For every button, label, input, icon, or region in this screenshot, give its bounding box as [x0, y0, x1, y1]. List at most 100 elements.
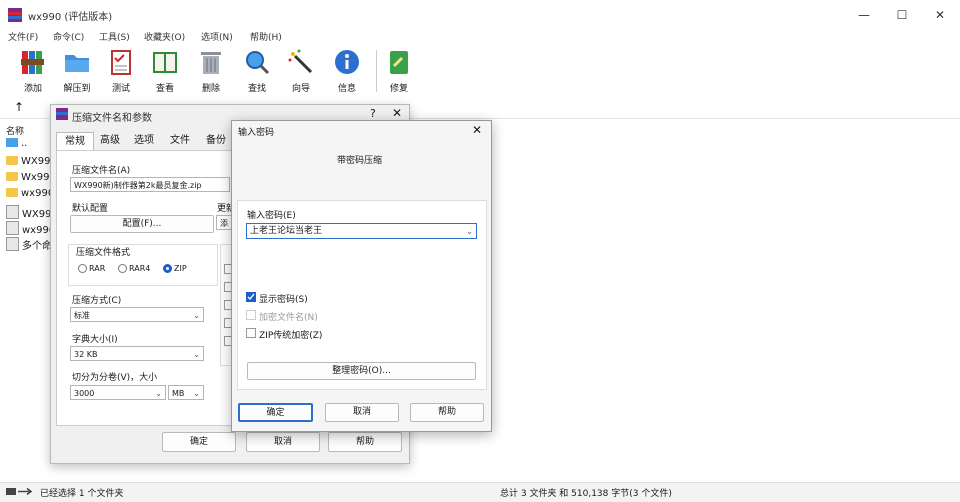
add-button[interactable]: 添加: [12, 48, 54, 96]
password-dialog-subtitle: 带密码压缩: [337, 156, 383, 166]
title-bar: [0, 0, 960, 28]
find-button[interactable]: 查找: [236, 48, 278, 96]
menu-bar: 文件(F) 命令(C) 工具(S) 收藏夹(O) 选项(N) 帮助(H): [0, 30, 960, 46]
tab-general[interactable]: 常规: [56, 132, 94, 151]
split-size-input[interactable]: 3000 ⌄: [70, 385, 166, 400]
drive-icon: [6, 138, 18, 147]
repair-label: 修复: [389, 84, 408, 94]
repair-icon: [390, 51, 408, 74]
extract-to-label: 解压到: [63, 84, 91, 94]
find-label: 查找: [247, 84, 266, 94]
menu-file[interactable]: 文件(F): [8, 30, 38, 43]
list-item[interactable]: Wx99: [6, 172, 50, 188]
chevron-down-icon: ⌄: [193, 389, 200, 398]
chevron-down-icon: ⌄: [193, 350, 200, 359]
password-input[interactable]: 上老王论坛当老王 ⌄: [246, 223, 477, 239]
magnifier-icon: [246, 51, 270, 75]
method-select[interactable]: 标准 ⌄: [70, 307, 204, 322]
format-zip-radio[interactable]: ZIP: [163, 264, 187, 273]
zip-legacy-encryption-checkbox[interactable]: [246, 328, 256, 338]
maximize-button[interactable]: ☐: [884, 4, 920, 26]
password-dialog-close-button[interactable]: ✕: [472, 123, 482, 137]
toolbar: 添加 解压到 测试 查看 删除 查找 向导 信息 修复: [0, 46, 960, 98]
list-item[interactable]: 多个命: [6, 237, 52, 253]
extract-to-button[interactable]: 解压到: [56, 48, 98, 96]
status-selection: 已经选择 1 个文件夹: [40, 489, 124, 499]
organize-passwords-button[interactable]: 整理密码(O)...: [247, 362, 476, 380]
test-button[interactable]: 测试: [100, 48, 142, 96]
show-password-checkbox[interactable]: [246, 292, 256, 302]
toolbar-separator: [376, 50, 377, 92]
password-ok-button[interactable]: 确定: [238, 403, 313, 422]
tab-backup[interactable]: 备份: [200, 132, 232, 150]
info-label: 信息: [337, 84, 356, 94]
format-rar4-radio[interactable]: RAR4: [118, 264, 150, 273]
tab-files[interactable]: 文件: [164, 132, 196, 150]
show-password-label: 显示密码(S): [259, 295, 308, 305]
info-button[interactable]: 信息: [326, 48, 368, 96]
menu-commands[interactable]: 命令(C): [53, 30, 84, 43]
archive-name-input[interactable]: WX990新)制作器第2k最员复金.zip: [70, 177, 230, 192]
up-folder-button[interactable]: ↑: [14, 100, 24, 114]
menu-options[interactable]: 选项(N): [201, 30, 233, 43]
menu-help[interactable]: 帮助(H): [250, 30, 282, 43]
menu-favorites[interactable]: 收藏夹(O): [144, 30, 185, 43]
password-dialog-title: 输入密码: [238, 128, 275, 138]
folder-icon: [6, 156, 18, 165]
enter-password-label: 输入密码(E): [247, 211, 296, 221]
profile-button[interactable]: 配置(F)...: [70, 215, 214, 233]
list-item[interactable]: WX99: [6, 205, 51, 221]
folder-extract-icon: [65, 55, 89, 72]
chevron-down-icon: ⌄: [466, 227, 473, 236]
view-label: 查看: [155, 84, 174, 94]
tab-options[interactable]: 选项: [128, 132, 160, 150]
delete-button[interactable]: 删除: [190, 48, 232, 96]
list-item[interactable]: wx990: [6, 188, 54, 204]
wizard-button[interactable]: 向导: [280, 48, 322, 96]
drive-status-icon: [6, 487, 33, 496]
repair-button[interactable]: 修复: [378, 48, 420, 96]
archive-ok-button[interactable]: 确定: [162, 432, 236, 452]
info-icon: [335, 50, 359, 74]
zip-legacy-encryption-label: ZIP传统加密(Z): [259, 331, 323, 341]
delete-label: 删除: [201, 84, 220, 94]
view-button[interactable]: 查看: [144, 48, 186, 96]
folder-icon: [6, 188, 18, 197]
password-cancel-button[interactable]: 取消: [325, 403, 399, 422]
archive-name-label: 压缩文件名(A): [72, 166, 131, 176]
radio-selected-icon: [163, 264, 172, 273]
update-mode-select[interactable]: 添: [216, 215, 232, 230]
file-icon: [6, 205, 19, 219]
archive-dialog-close-button[interactable]: ✕: [392, 106, 402, 120]
column-header-name[interactable]: 名称: [6, 124, 24, 137]
dict-size-label: 字典大小(I): [72, 335, 118, 345]
radio-icon: [78, 264, 87, 273]
folder-icon: [6, 172, 18, 181]
encrypt-filenames-checkbox[interactable]: [246, 310, 256, 320]
checklist-icon: [111, 50, 131, 75]
format-rar-radio[interactable]: RAR: [78, 264, 105, 273]
trash-icon: [201, 52, 221, 74]
window-title: wx990 (评估版本): [28, 12, 113, 23]
status-total: 总计 3 文件夹 和 510,138 字节(3 个文件): [500, 489, 672, 499]
magic-wand-icon: [288, 49, 313, 74]
archive-dialog-help-button[interactable]: ?: [370, 107, 376, 120]
archive-cancel-button[interactable]: 取消: [246, 432, 320, 452]
archive-help-button[interactable]: 帮助: [328, 432, 402, 452]
file-icon: [6, 237, 19, 251]
winrar-dialog-icon: [56, 108, 68, 120]
list-item[interactable]: WX99: [6, 156, 50, 172]
tab-advanced[interactable]: 高级: [96, 132, 124, 150]
chevron-down-icon: ⌄: [155, 389, 162, 398]
default-profile-label: 默认配置: [72, 204, 109, 214]
close-button[interactable]: ✕: [922, 4, 958, 26]
chevron-down-icon: ⌄: [193, 311, 200, 320]
password-help-button[interactable]: 帮助: [410, 403, 484, 422]
split-unit-select[interactable]: MB ⌄: [168, 385, 204, 400]
list-item[interactable]: ..: [6, 138, 27, 154]
minimize-button[interactable]: —: [846, 4, 882, 26]
dict-size-select[interactable]: 32 KB ⌄: [70, 346, 204, 361]
format-label: 压缩文件格式: [76, 248, 131, 258]
menu-tools[interactable]: 工具(S): [99, 30, 130, 43]
list-item[interactable]: wx990: [6, 221, 55, 237]
